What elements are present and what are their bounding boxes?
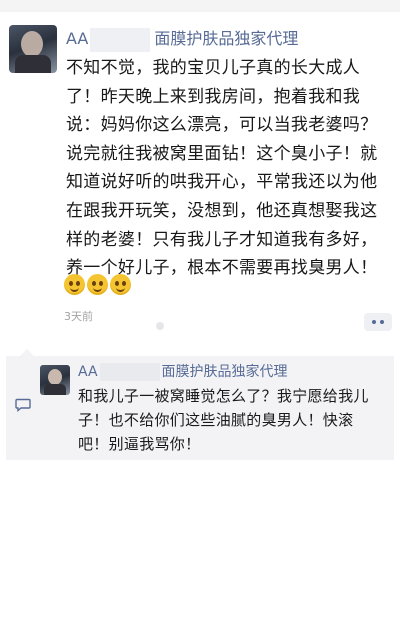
- comment-panel: AA 面膜护肤品独家代理 和我儿子一被窝睡觉怎么了？我宁愿给我儿子！也不给你们这些…: [6, 349, 394, 460]
- faint-dot: [156, 322, 164, 330]
- smile-emoji-icon: [87, 274, 108, 295]
- smile-emoji-icon: [64, 274, 85, 295]
- avatar-body: [44, 384, 66, 395]
- post-text: 不知不觉，我的宝贝儿子真的长大成人了！昨天晚上来到我房间，抱着我和我说：妈妈你这…: [66, 58, 378, 279]
- avatar-body: [15, 55, 51, 73]
- emoji-row: [64, 274, 131, 295]
- comment-author-name[interactable]: AA 面膜护肤品独家代理: [78, 362, 288, 382]
- comment-text: 和我儿子一被窝睡觉怎么了？我宁愿给我儿子！也不给你们这些油腻的臭男人！快滚吧！别…: [78, 387, 369, 453]
- post-time: 3天前: [64, 310, 93, 323]
- post-avatar[interactable]: [9, 25, 57, 73]
- post-author-suffix: 面膜护肤品独家代理: [154, 29, 299, 48]
- more-dots-icon[interactable]: [364, 313, 392, 331]
- post-author-name[interactable]: AA 面膜护肤品独家代理: [66, 26, 298, 52]
- top-bar: [0, 0, 400, 12]
- name-redaction: [99, 363, 160, 381]
- comment-author-suffix: 面膜护肤品独家代理: [161, 364, 288, 380]
- comment-author-prefix: AA: [78, 364, 98, 380]
- avatar-face-blur: [21, 31, 43, 57]
- comment-avatar[interactable]: [40, 365, 70, 395]
- avatar-face-blur: [48, 369, 62, 385]
- comment-bubble-icon: [15, 398, 31, 412]
- post-author-prefix: AA: [66, 29, 89, 48]
- name-redaction: [90, 27, 151, 52]
- smile-emoji-icon: [110, 274, 131, 295]
